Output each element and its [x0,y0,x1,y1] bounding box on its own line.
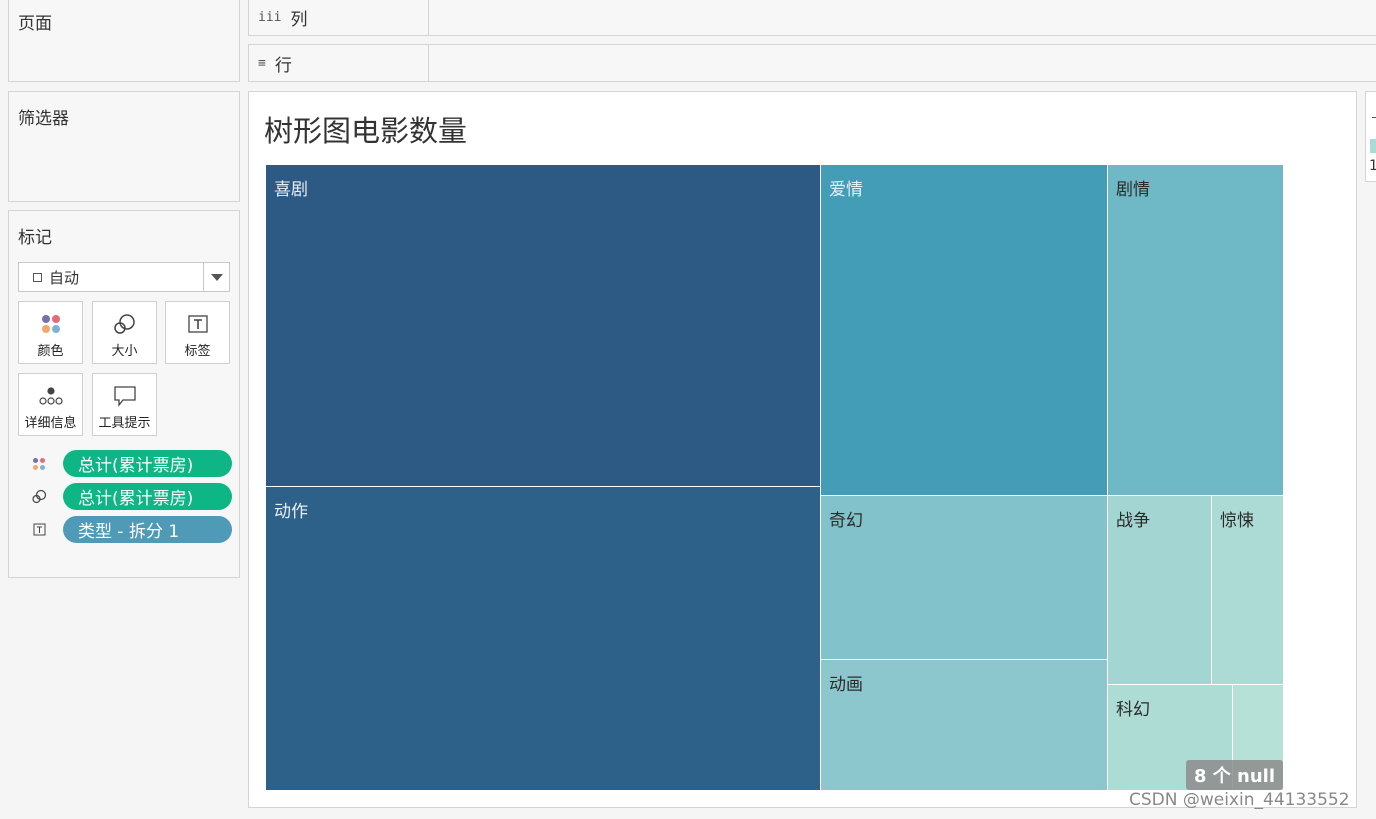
filters-panel[interactable]: 筛选器 [8,91,240,202]
color-dots-icon [40,302,62,340]
marks-panel-title: 标记 [18,228,52,248]
color-button[interactable]: 颜色 [18,301,83,364]
columns-shelf-label: iii 列 [249,0,429,35]
color-button-label: 颜色 [37,344,64,359]
treemap-tile-label: 惊悚 [1220,511,1254,531]
label-field-pill[interactable]: 类型 - 拆分 1 [63,516,232,543]
treemap-tile[interactable]: 惊悚 [1212,496,1284,685]
filters-panel-title: 筛选器 [18,109,69,129]
treemap-tile[interactable]: 剧情 [1108,165,1284,496]
treemap-tile[interactable]: 战争 [1108,496,1212,685]
size-circles-icon [31,489,47,505]
viz-title: 树形图电影数量 [264,114,468,148]
treemap-tile[interactable]: 爱情 [821,165,1108,496]
text-label-icon [187,302,209,340]
treemap-tile[interactable]: 奇幻 [821,496,1108,660]
rows-shelf[interactable]: ≡ 行 [248,44,1376,82]
mark-type-dropdown[interactable]: 自动 [18,262,230,292]
treemap-tile-label: 剧情 [1116,180,1150,200]
detail-button-label: 详细信息 [24,416,77,431]
columns-icon: iii [258,10,282,25]
tooltip-button[interactable]: 工具提示 [92,373,157,436]
square-mark-icon [33,272,42,282]
size-legend: 1 [1365,91,1376,182]
marks-field-color: 总计(累计票房) [31,450,232,477]
rows-shelf-text: 行 [274,55,292,76]
dropdown-arrow-icon[interactable] [203,263,229,291]
treemap-tile-label: 动作 [274,502,308,522]
treemap-tile-label: 爱情 [829,180,863,200]
text-label-icon [31,522,47,538]
treemap-tile-label: 奇幻 [829,511,863,531]
tooltip-bubble-icon [113,374,137,412]
treemap-tile-label: 战争 [1116,511,1150,531]
treemap-tile[interactable]: 动画 [821,660,1108,791]
size-button-label: 大小 [111,344,138,359]
size-button[interactable]: 大小 [92,301,157,364]
mark-type-value: 自动 [49,268,80,287]
legend-number: 1 [1369,158,1376,174]
size-circles-icon [113,302,137,340]
treemap-tile-label: 动画 [829,675,863,695]
treemap-tile[interactable]: 喜剧 [266,165,821,487]
null-count-badge[interactable]: 8 个 null [1186,760,1283,790]
rows-icon: ≡ [258,55,266,71]
marks-field-label: 类型 - 拆分 1 [31,516,232,543]
legend-swatch [1370,139,1376,153]
rows-shelf-label: ≡ 行 [249,45,429,81]
color-field-pill[interactable]: 总计(累计票房) [63,450,232,477]
label-button[interactable]: 标签 [165,301,230,364]
treemap-tile[interactable]: 动作 [266,487,821,791]
treemap-tile-label: 喜剧 [274,180,308,200]
legend-dash [1372,117,1376,118]
pages-panel-title: 页面 [18,14,52,34]
marks-panel: 标记 自动 颜色 大小 标签 详细信息 工具提示 总计(累计票房) 总计(累计票… [8,210,240,578]
label-button-label: 标签 [184,344,211,359]
columns-shelf[interactable]: iii 列 [248,0,1376,36]
columns-shelf-text: 列 [290,10,308,30]
tooltip-button-label: 工具提示 [98,416,151,431]
treemap-tile-label: 科幻 [1116,700,1150,720]
watermark: CSDN @weixin_44133552 [1129,790,1350,810]
marks-field-size: 总计(累计票房) [31,483,232,510]
size-field-pill[interactable]: 总计(累计票房) [63,483,232,510]
color-dots-icon [31,456,47,472]
pages-panel[interactable]: 页面 [8,0,240,82]
detail-dots-icon [38,374,64,412]
detail-button[interactable]: 详细信息 [18,373,83,436]
